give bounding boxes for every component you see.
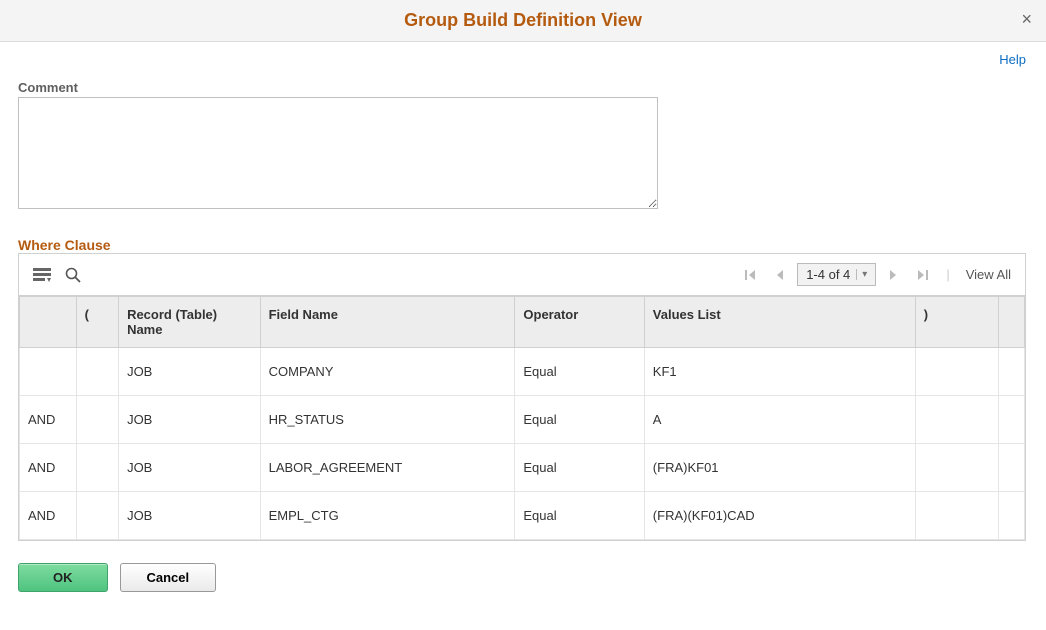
criteria-table: ( Record (Table) Name Field Name Operato…: [19, 296, 1025, 540]
table-row: AND JOB LABOR_AGREEMENT Equal (FRA)KF01: [20, 444, 1025, 492]
col-field: Field Name: [260, 297, 515, 348]
cell-field: LABOR_AGREEMENT: [260, 444, 515, 492]
cell-operator: Equal: [515, 492, 644, 540]
cell-values: A: [644, 396, 915, 444]
grid-toolbar: 1-4 of 4 ▾ | View All: [19, 254, 1025, 296]
toolbar-divider: |: [940, 267, 955, 282]
cell-operator: Equal: [515, 444, 644, 492]
next-page-icon[interactable]: [882, 269, 904, 281]
col-close-paren: ): [915, 297, 998, 348]
grid-actions-icon[interactable]: [33, 268, 51, 282]
row-range-label: 1-4 of 4: [806, 267, 850, 282]
cell-record: JOB: [119, 444, 261, 492]
first-page-icon[interactable]: [739, 269, 763, 281]
col-andor: [20, 297, 77, 348]
col-open-paren: (: [76, 297, 118, 348]
search-icon[interactable]: [65, 267, 81, 283]
cell-close: [915, 348, 998, 396]
page-title: Group Build Definition View: [404, 10, 642, 31]
cell-last: [998, 348, 1024, 396]
cell-values: (FRA)KF01: [644, 444, 915, 492]
cell-open: [76, 492, 118, 540]
cell-record: JOB: [119, 396, 261, 444]
table-row: AND JOB EMPL_CTG Equal (FRA)(KF01)CAD: [20, 492, 1025, 540]
cell-record: JOB: [119, 348, 261, 396]
cell-last: [998, 396, 1024, 444]
ok-button[interactable]: OK: [18, 563, 108, 592]
cell-andor: AND: [20, 396, 77, 444]
cell-open: [76, 444, 118, 492]
cell-andor: [20, 348, 77, 396]
cell-values: KF1: [644, 348, 915, 396]
chevron-down-icon: ▾: [856, 269, 867, 280]
cell-record: JOB: [119, 492, 261, 540]
cell-andor: AND: [20, 492, 77, 540]
where-clause-title: Where Clause: [18, 237, 1028, 253]
cell-operator: Equal: [515, 396, 644, 444]
last-page-icon[interactable]: [910, 269, 934, 281]
modal-header: Group Build Definition View ×: [0, 0, 1046, 42]
table-row: AND JOB HR_STATUS Equal A: [20, 396, 1025, 444]
comment-label: Comment: [18, 80, 1028, 95]
cell-open: [76, 348, 118, 396]
col-values: Values List: [644, 297, 915, 348]
col-record: Record (Table) Name: [119, 297, 261, 348]
col-last: [998, 297, 1024, 348]
cell-field: EMPL_CTG: [260, 492, 515, 540]
col-operator: Operator: [515, 297, 644, 348]
cell-open: [76, 396, 118, 444]
cell-values: (FRA)(KF01)CAD: [644, 492, 915, 540]
close-icon[interactable]: ×: [1021, 10, 1032, 28]
cell-field: HR_STATUS: [260, 396, 515, 444]
help-link[interactable]: Help: [999, 52, 1026, 67]
row-range-select[interactable]: 1-4 of 4 ▾: [797, 263, 876, 286]
cell-operator: Equal: [515, 348, 644, 396]
comment-textarea[interactable]: [18, 97, 658, 209]
cell-last: [998, 444, 1024, 492]
where-clause-grid: 1-4 of 4 ▾ | View All ( Record (Table) N…: [18, 253, 1026, 541]
cell-close: [915, 396, 998, 444]
prev-page-icon[interactable]: [769, 269, 791, 281]
button-row: OK Cancel: [18, 563, 1028, 592]
cell-close: [915, 444, 998, 492]
cell-last: [998, 492, 1024, 540]
view-all-link[interactable]: View All: [962, 267, 1011, 282]
cell-field: COMPANY: [260, 348, 515, 396]
cell-andor: AND: [20, 444, 77, 492]
table-row: JOB COMPANY Equal KF1: [20, 348, 1025, 396]
cancel-button[interactable]: Cancel: [120, 563, 217, 592]
cell-close: [915, 492, 998, 540]
content-area: Help Comment Where Clause: [0, 42, 1046, 612]
